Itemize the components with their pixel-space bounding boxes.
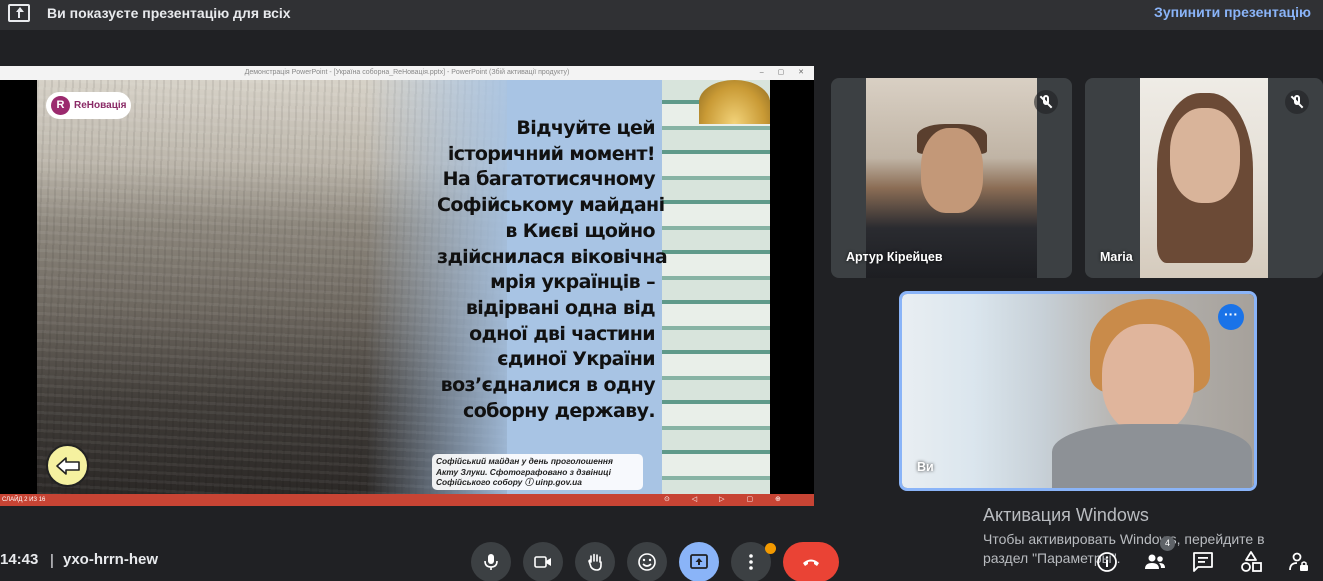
slide-text-line: соборну державу. [463, 399, 656, 422]
participant-video [921, 128, 983, 213]
info-icon [1097, 552, 1117, 572]
camera-icon [534, 556, 551, 568]
renovation-logo: R ReНовація [46, 92, 131, 119]
present-screen-icon [8, 4, 30, 22]
activation-line: Чтобы активировать Windows, перейдите в [983, 531, 1265, 547]
participant-name: Maria [1100, 250, 1133, 264]
presenting-bar: Ви показуєте презентацію для всіх Зупини… [0, 0, 1323, 30]
self-tile[interactable]: ··· Ви [899, 291, 1257, 491]
emoji-icon [638, 553, 656, 571]
people-icon [1145, 554, 1165, 569]
arrow-left-icon [56, 457, 80, 475]
mic-button[interactable] [471, 542, 511, 581]
mic-off-icon [1285, 90, 1309, 114]
slide-text-line: одної дві частини [469, 322, 656, 345]
slide-text-line: воз’єдналися в одну [440, 374, 656, 397]
slide-back-button[interactable] [46, 444, 89, 487]
slide-text-line: єдиної України [497, 348, 655, 371]
photo-caption: Софійський майдан у день проголошення Ак… [432, 454, 643, 490]
bell-tower-image [662, 80, 770, 495]
reactions-button[interactable] [627, 542, 667, 581]
hand-icon [588, 553, 602, 571]
more-vertical-icon [749, 554, 753, 570]
slide-text-line: історичний момент! [447, 142, 656, 165]
participant-name: Артур Кірейцев [846, 250, 943, 264]
meeting-code: yxo-hrrn-hew [63, 551, 159, 568]
leave-call-button[interactable] [783, 542, 839, 581]
people-button[interactable] [1143, 550, 1167, 574]
participant-tile[interactable]: Maria [1085, 78, 1323, 278]
camera-button[interactable] [523, 542, 563, 581]
chat-button[interactable] [1191, 550, 1215, 574]
raise-hand-button[interactable] [575, 542, 615, 581]
more-options-button[interactable]: ··· [1218, 304, 1244, 330]
activation-watermark-title: Активация Windows [983, 505, 1149, 525]
powerpoint-title-bar: Демонстрація PowerPoint - [Україна собор… [0, 66, 814, 80]
presenting-message: Ви показуєте презентацію для всіх [47, 5, 291, 21]
activation-watermark-text: Чтобы активировать Windows, перейдите в … [983, 530, 1265, 568]
separator: | [50, 552, 54, 569]
participants-count-badge: 4 [1160, 536, 1175, 551]
slide-text-line: відірвані одна від [465, 296, 656, 319]
mic-off-icon [1034, 90, 1058, 114]
slide-text: Відчуйте цей історичний момент! На багат… [437, 116, 668, 424]
mic-icon [484, 554, 498, 570]
presentation-slide: R ReНовація Відчуйте цей історичний моме… [37, 80, 770, 495]
participant-video [1170, 108, 1240, 203]
meet-window: Ви показуєте презентацію для всіх Зупини… [0, 0, 1323, 581]
lock-person-icon [1289, 552, 1308, 571]
chat-icon [1193, 552, 1213, 572]
window-controls[interactable]: – ▢ ✕ [760, 66, 810, 80]
activation-line: раздел "Параметры". [983, 550, 1121, 566]
caption-line: Софійського собору ⓘ uinp.gov.ua [436, 477, 582, 487]
self-name: Ви [917, 460, 934, 474]
hang-up-icon [803, 559, 819, 566]
caption-line: Акту Злуки. Сфотографовано з дзвіниці [436, 466, 611, 477]
shapes-icon [1241, 551, 1262, 572]
logo-text: ReНовація [74, 100, 127, 111]
self-video [1052, 424, 1252, 488]
slide-text-line: в Києві щойно [505, 219, 655, 242]
present-screen-icon [690, 554, 708, 569]
slideshow-controls[interactable]: ⊙ ◁ ▷ ▢ ⊕ [664, 494, 814, 506]
participant-tile[interactable]: Артур Кірейцев [831, 78, 1072, 278]
activities-button[interactable] [1239, 550, 1263, 574]
slide-text-line: Софійському майдані [437, 194, 665, 217]
meeting-details-button[interactable] [1095, 550, 1119, 574]
slide-text-line: мрія українців – [490, 271, 656, 294]
self-video [1102, 324, 1194, 434]
shared-screen: Демонстрація PowerPoint - [Україна собор… [0, 66, 814, 506]
stop-presenting-button[interactable]: Зупинити презентацію [1154, 4, 1311, 20]
slide-text-line: Відчуйте цей [516, 117, 655, 139]
notification-dot [765, 543, 776, 554]
present-button[interactable] [679, 542, 719, 581]
slide-text-line: На багатотисячному [442, 168, 656, 191]
golden-dome-image [699, 80, 770, 124]
caption-line: Софійський майдан у день проголошення [436, 456, 613, 466]
slide-text-line: здійснилася віковічна [437, 245, 668, 268]
clock: 14:43 [0, 551, 39, 568]
host-controls-button[interactable] [1287, 550, 1311, 574]
logo-mark: R [51, 96, 70, 115]
